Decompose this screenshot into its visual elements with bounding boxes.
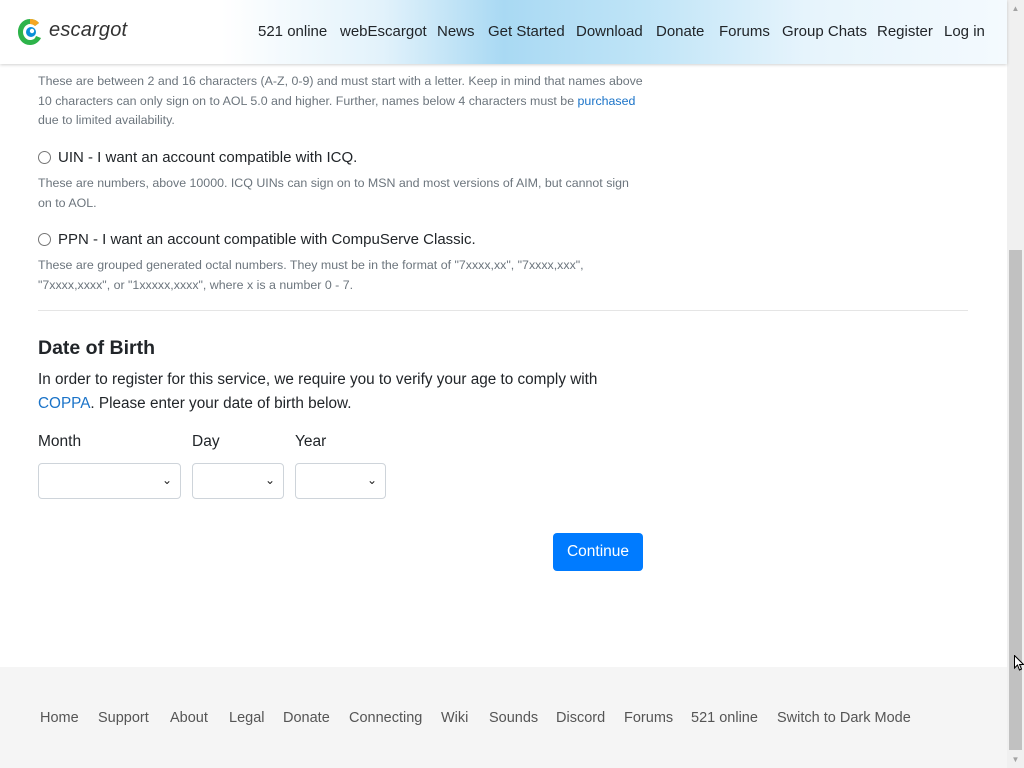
footer-link-about[interactable]: About xyxy=(170,710,208,726)
uin-label[interactable]: UIN - I want an account compatible with … xyxy=(58,149,357,166)
nav-link-donate[interactable]: Donate xyxy=(656,23,704,40)
purchased-link[interactable]: purchased xyxy=(578,94,636,108)
nav-link-webescargot[interactable]: webEscargot xyxy=(340,23,427,40)
footer-link-online[interactable]: 521 online xyxy=(691,710,758,726)
footer-link-forums[interactable]: Forums xyxy=(624,710,673,726)
footer-link-sounds[interactable]: Sounds xyxy=(489,710,538,726)
top-navbar: escargot 521 online webEscargot News Get… xyxy=(0,0,1007,64)
uin-radio[interactable] xyxy=(38,151,51,164)
nav-link-register[interactable]: Register xyxy=(877,23,933,40)
escargot-logo-icon[interactable] xyxy=(17,17,43,47)
year-select[interactable]: ⌄ xyxy=(295,463,386,499)
chevron-down-icon: ⌄ xyxy=(366,473,377,487)
month-label: Month xyxy=(38,433,82,450)
vertical-scrollbar[interactable]: ▲ ▼ xyxy=(1007,0,1024,768)
scroll-up-arrow-icon[interactable]: ▲ xyxy=(1007,0,1024,17)
footer: Home Support About Legal Donate Connecti… xyxy=(0,667,1007,768)
ppn-radio[interactable] xyxy=(38,233,51,246)
footer-link-support[interactable]: Support xyxy=(98,710,149,726)
footer-link-connecting[interactable]: Connecting xyxy=(349,710,422,726)
scroll-down-arrow-icon[interactable]: ▼ xyxy=(1007,751,1024,768)
nav-link-news[interactable]: News xyxy=(437,23,475,40)
ppn-label[interactable]: PPN - I want an account compatible with … xyxy=(58,231,476,248)
screenname-desc-text-end: due to limited availability. xyxy=(38,113,175,127)
footer-link-discord[interactable]: Discord xyxy=(556,710,605,726)
nav-link-forums[interactable]: Forums xyxy=(719,23,770,40)
footer-link-donate[interactable]: Donate xyxy=(283,710,330,726)
screenname-description: These are between 2 and 16 characters (A… xyxy=(38,72,643,131)
dob-text-end: . Please enter your date of birth below. xyxy=(90,395,352,412)
chevron-down-icon: ⌄ xyxy=(264,473,275,487)
month-select[interactable]: ⌄ xyxy=(38,463,181,499)
year-label: Year xyxy=(295,433,327,450)
footer-link-home[interactable]: Home xyxy=(40,710,79,726)
dob-text: In order to register for this service, w… xyxy=(38,371,598,388)
mouse-cursor-icon xyxy=(1014,655,1024,671)
uin-description: These are numbers, above 10000. ICQ UINs… xyxy=(38,176,629,210)
nav-link-get-started[interactable]: Get Started xyxy=(488,23,565,40)
brand-name[interactable]: escargot xyxy=(49,19,127,42)
section-divider xyxy=(38,310,968,311)
ppn-description: These are grouped generated octal number… xyxy=(38,258,584,292)
nav-link-log-in[interactable]: Log in xyxy=(944,23,985,40)
footer-link-legal[interactable]: Legal xyxy=(229,710,264,726)
footer-link-dark-mode[interactable]: Switch to Dark Mode xyxy=(777,710,911,726)
nav-link-online[interactable]: 521 online xyxy=(258,23,327,40)
scrollbar-thumb[interactable] xyxy=(1009,250,1022,750)
nav-link-group-chats[interactable]: Group Chats xyxy=(782,23,867,40)
day-select[interactable]: ⌄ xyxy=(192,463,284,499)
footer-link-wiki[interactable]: Wiki xyxy=(441,710,468,726)
nav-link-download[interactable]: Download xyxy=(576,23,643,40)
coppa-link[interactable]: COPPA xyxy=(38,395,90,412)
screenname-desc-text: These are between 2 and 16 characters (A… xyxy=(38,74,643,108)
chevron-down-icon: ⌄ xyxy=(161,473,172,487)
day-label: Day xyxy=(192,433,220,450)
dob-heading: Date of Birth xyxy=(38,337,155,359)
dob-explanation: In order to register for this service, w… xyxy=(38,368,658,416)
continue-button[interactable]: Continue xyxy=(553,533,643,571)
